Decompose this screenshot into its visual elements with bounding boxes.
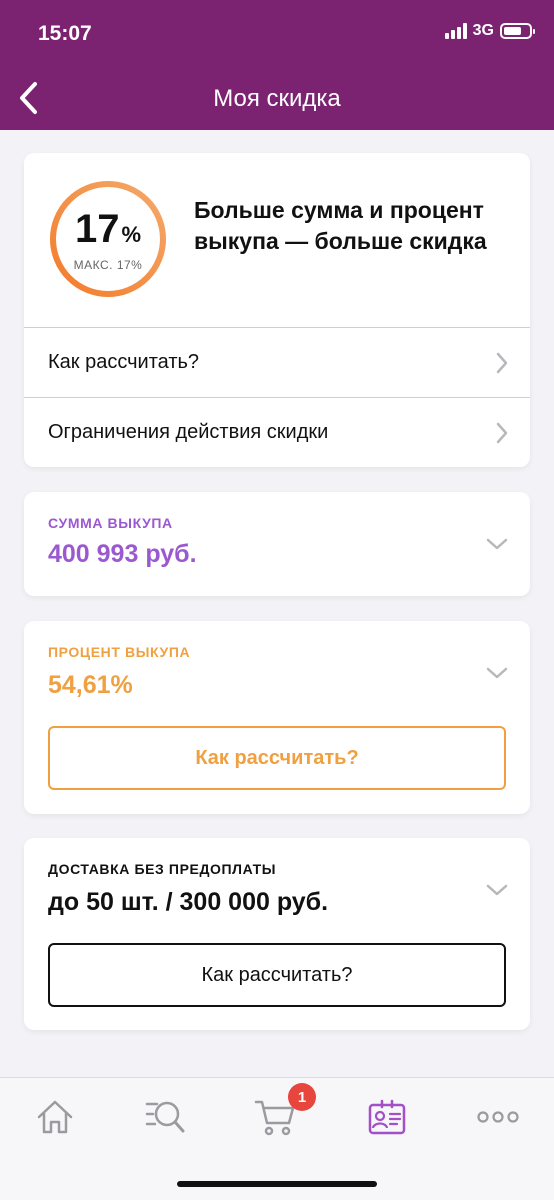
nav-more[interactable]: [468, 1092, 528, 1142]
home-icon: [37, 1100, 73, 1134]
purchase-percent-label: ПРОЦЕНТ ВЫКУПА: [48, 644, 191, 660]
discount-ring: 17% МАКС. 17%: [46, 177, 170, 301]
delivery-card: ДОСТАВКА БЕЗ ПРЕДОПЛАТЫ до 50 шт. / 300 …: [24, 838, 530, 1030]
more-icon: [477, 1111, 519, 1123]
chevron-down-icon[interactable]: [486, 667, 508, 679]
purchase-percent-card: ПРОЦЕНТ ВЫКУПА 54,61% Как рассчитать?: [24, 621, 530, 814]
delivery-value: до 50 шт. / 300 000 руб.: [48, 888, 329, 916]
how-to-calculate-row[interactable]: Как рассчитать?: [24, 327, 530, 397]
delivery-label: ДОСТАВКА БЕЗ ПРЕДОПЛАТЫ: [48, 861, 277, 877]
discount-summary-card: 17% МАКС. 17% Больше сумма и процент вык…: [24, 153, 530, 467]
nav-catalog[interactable]: [135, 1092, 195, 1142]
chevron-down-icon[interactable]: [486, 538, 508, 550]
nav-profile[interactable]: [357, 1092, 417, 1142]
battery-icon: [500, 23, 535, 39]
status-indicators: 3G: [444, 22, 535, 40]
profile-card-icon: [368, 1099, 406, 1135]
percent-how-to-calculate-button[interactable]: Как рассчитать?: [48, 726, 506, 790]
discount-max-label: МАКС. 17%: [73, 258, 143, 272]
page-title: Моя скидка: [213, 85, 341, 112]
chevron-right-icon: [496, 352, 508, 374]
status-time: 15:07: [38, 22, 92, 45]
discount-headline: Больше сумма и процент выкупа — больше с…: [194, 197, 487, 254]
signal-icon: [444, 23, 467, 39]
row-label: Ограничения действия скидки: [48, 421, 329, 443]
cart-badge: 1: [288, 1083, 316, 1111]
home-indicator: [177, 1181, 377, 1187]
discount-unit: %: [121, 222, 142, 247]
top-bar: 15:07 3G Моя скидка: [0, 0, 554, 130]
nav-home[interactable]: [25, 1092, 85, 1142]
purchase-percent-value: 54,61%: [48, 671, 133, 699]
chevron-down-icon[interactable]: [486, 884, 508, 896]
chevron-right-icon: [496, 422, 508, 444]
purchase-sum-label: СУММА ВЫКУПА: [48, 515, 173, 531]
catalog-search-icon: [145, 1101, 185, 1133]
delivery-how-to-calculate-button[interactable]: Как рассчитать?: [48, 943, 506, 1007]
network-type: 3G: [472, 22, 494, 39]
purchase-sum-value: 400 993 руб.: [48, 540, 197, 568]
row-label: Как рассчитать?: [48, 351, 200, 373]
discount-value: 17: [74, 207, 120, 251]
purchase-sum-card[interactable]: СУММА ВЫКУПА 400 993 руб.: [24, 492, 530, 596]
discount-limitations-row[interactable]: Ограничения действия скидки: [24, 397, 530, 467]
